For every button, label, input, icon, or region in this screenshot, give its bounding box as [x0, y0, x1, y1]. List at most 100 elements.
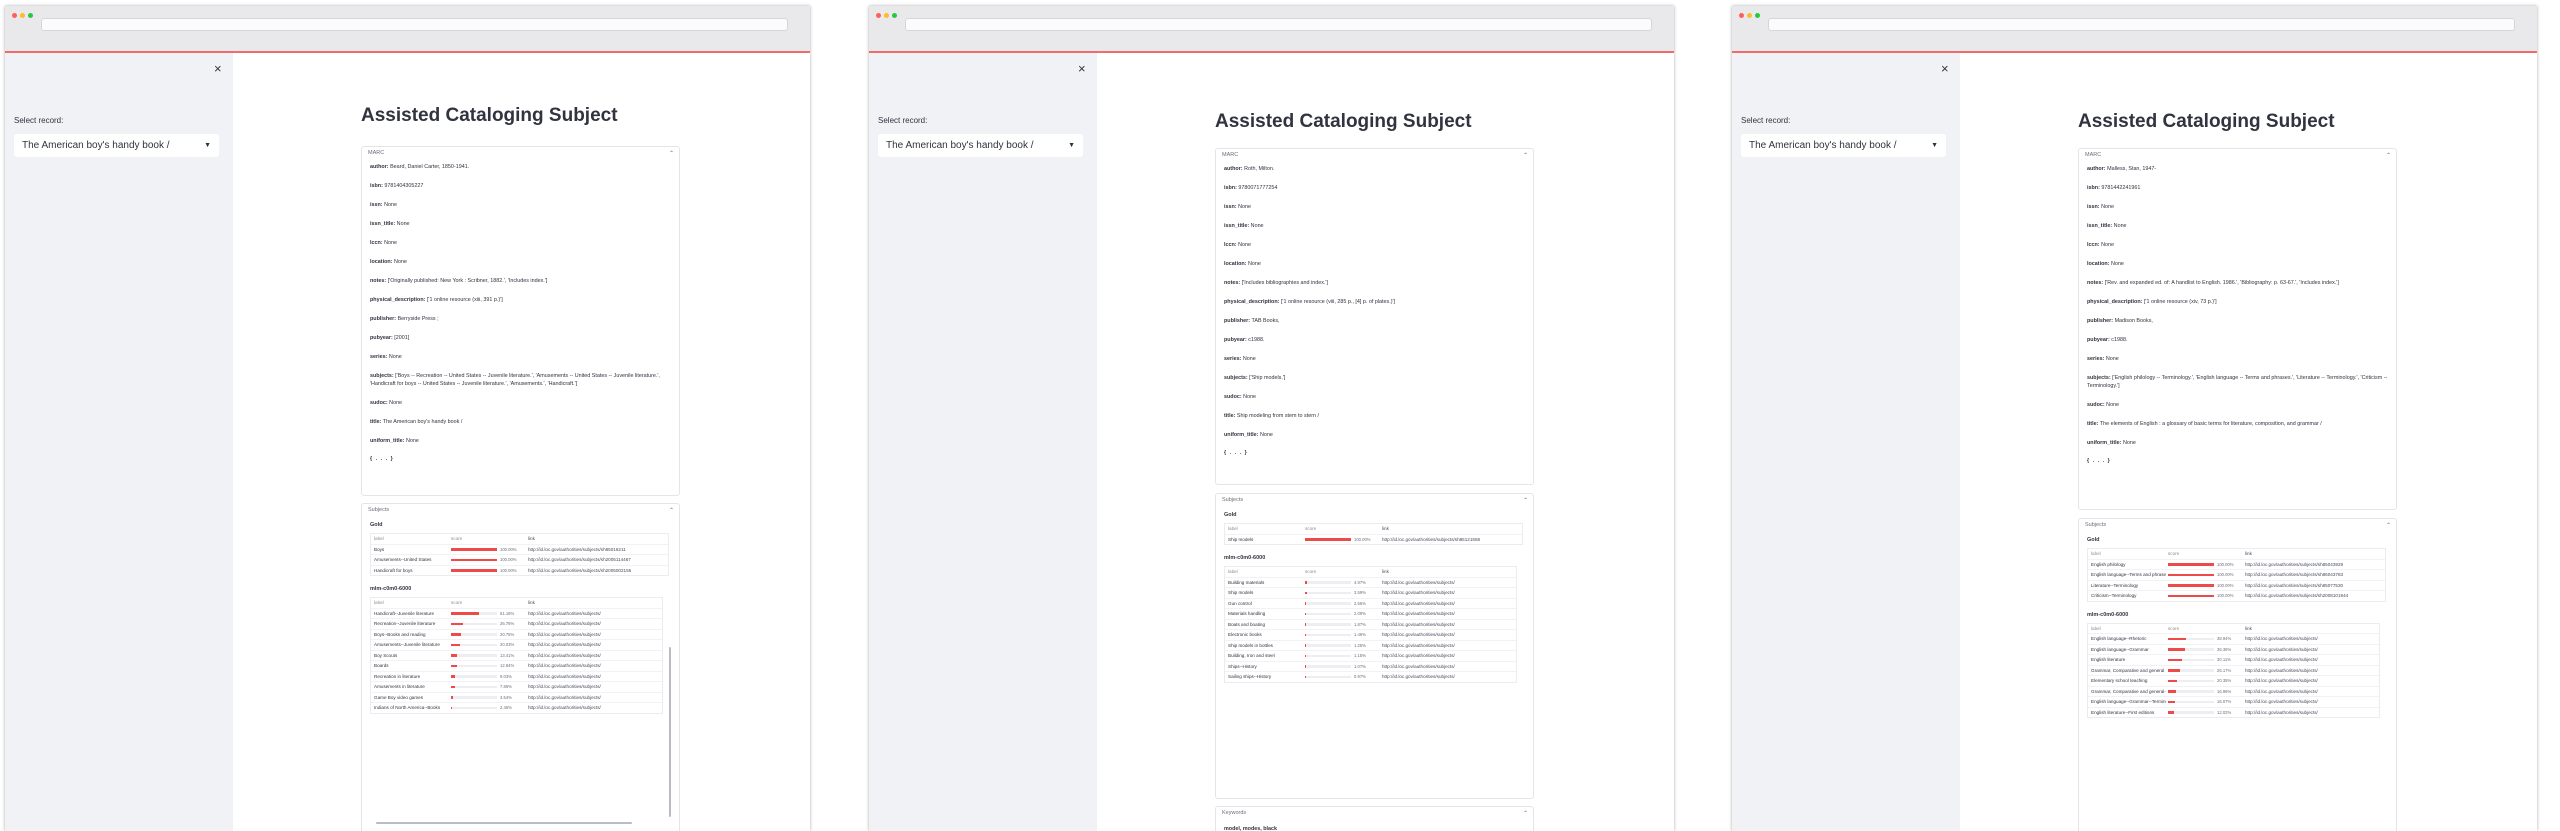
subject-link[interactable]: http://id.loc.gov/authorities/subjects/s… [2242, 593, 2385, 598]
subject-link[interactable]: http://id.loc.gov/authorities/subjects/ [525, 653, 662, 658]
score-bar [451, 623, 497, 626]
marc-expander-header[interactable]: MARC⌃ [362, 147, 679, 159]
subject-link[interactable]: http://id.loc.gov/authorities/subjects/s… [525, 547, 668, 552]
score-bar-fill [451, 644, 460, 647]
marc-expander-header[interactable]: MARC⌃ [1216, 149, 1533, 161]
subjects-expander-header[interactable]: Subjects⌃ [2079, 519, 2396, 531]
score-cell: 1.87% [1303, 622, 1379, 627]
subject-link[interactable]: http://id.loc.gov/authorities/subjects/ [525, 663, 662, 668]
marc-field-value: None [1251, 223, 1264, 229]
marc-expander-header[interactable]: MARC⌃ [2079, 149, 2396, 161]
maximize-window-dot[interactable] [28, 13, 33, 18]
subject-link[interactable]: http://id.loc.gov/authorities/subjects/s… [2242, 572, 2385, 577]
record-select[interactable]: The American boy's handy book /▼ [14, 134, 219, 157]
record-select[interactable]: The American boy's handy book /▼ [878, 134, 1083, 157]
score-percent: 2.46% [500, 705, 512, 710]
table-row: Boys100.00%http://id.loc.gov/authorities… [371, 545, 668, 556]
subject-link[interactable]: http://id.loc.gov/authorities/subjects/ [1379, 674, 1516, 679]
subject-link[interactable]: http://id.loc.gov/authorities/subjects/ [1379, 622, 1516, 627]
subject-link[interactable]: http://id.loc.gov/authorities/subjects/ [525, 695, 662, 700]
close-window-dot[interactable] [876, 13, 881, 18]
subject-link[interactable]: http://id.loc.gov/authorities/subjects/ [525, 705, 662, 710]
score-cell: 1.46% [1303, 632, 1379, 637]
subject-link[interactable]: http://id.loc.gov/authorities/subjects/ [2242, 668, 2379, 673]
subject-link[interactable]: http://id.loc.gov/authorities/subjects/ [1379, 601, 1516, 606]
json-collapsed-toggle[interactable]: { . . . } [2087, 458, 2388, 464]
marc-field-name: subjects: [1224, 375, 1248, 381]
marc-field-value: ['Ship models.'] [1249, 375, 1285, 381]
subject-link[interactable]: http://id.loc.gov/authorities/subjects/s… [525, 557, 668, 562]
close-sidebar-icon[interactable]: × [214, 61, 222, 76]
json-collapsed-toggle[interactable]: { . . . } [1224, 450, 1525, 456]
maximize-window-dot[interactable] [1755, 13, 1760, 18]
subject-link[interactable]: http://id.loc.gov/authorities/subjects/s… [1379, 537, 1522, 542]
marc-field-name: title: [370, 419, 381, 425]
marc-field-subjects: subjects: ['English philology -- Termino… [2087, 374, 2388, 390]
close-sidebar-icon[interactable]: × [1941, 61, 1949, 76]
marc-field-value: ['1 online resource (xiv, 73 p.)'] [2144, 299, 2217, 305]
marc-field-name: publisher: [370, 316, 396, 322]
vertical-scrollbar[interactable] [669, 647, 671, 817]
table-row: Boy Scouts13.41%http://id.loc.gov/author… [371, 651, 662, 662]
subject-link[interactable]: http://id.loc.gov/authorities/subjects/ [525, 684, 662, 689]
close-window-dot[interactable] [1739, 13, 1744, 18]
subject-link[interactable]: http://id.loc.gov/authorities/subjects/ [2242, 699, 2379, 704]
subjects-expander-header[interactable]: Subjects⌃ [1216, 494, 1533, 506]
marc-field-name: notes: [2087, 280, 2103, 286]
subject-link[interactable]: http://id.loc.gov/authorities/subjects/ [525, 621, 662, 626]
subject-label: Gun control [1225, 601, 1303, 606]
subject-link[interactable]: http://id.loc.gov/authorities/subjects/ [525, 674, 662, 679]
address-bar[interactable] [41, 18, 788, 31]
subject-link[interactable]: http://id.loc.gov/authorities/subjects/ [2242, 678, 2379, 683]
table-row: English language--Grammar36.36%http://id… [2088, 645, 2379, 656]
maximize-window-dot[interactable] [892, 13, 897, 18]
subject-link[interactable]: http://id.loc.gov/authorities/subjects/ [2242, 710, 2379, 715]
subject-label: English literature--First editions [2088, 710, 2166, 715]
subjects-expander: Subjects⌃GoldlabelscorelinkBoys100.00%ht… [361, 503, 680, 831]
address-bar[interactable] [905, 18, 1652, 31]
score-percent: 1.87% [1354, 622, 1366, 627]
marc-expander-title: MARC [2085, 152, 2101, 161]
score-bar-fill [451, 696, 453, 699]
marc-field-value: 9781404305227 [384, 183, 423, 189]
subject-link[interactable]: http://id.loc.gov/authorities/subjects/s… [2242, 562, 2385, 567]
subject-link[interactable]: http://id.loc.gov/authorities/subjects/ [525, 632, 662, 637]
subjects-expander-header[interactable]: Subjects⌃ [362, 504, 679, 516]
score-cell: 16.07% [2166, 699, 2242, 704]
subject-link[interactable]: http://id.loc.gov/authorities/subjects/ [1379, 643, 1516, 648]
subject-link[interactable]: http://id.loc.gov/authorities/subjects/ [1379, 590, 1516, 595]
subject-link[interactable]: http://id.loc.gov/authorities/subjects/ [2242, 689, 2379, 694]
minimize-window-dot[interactable] [884, 13, 889, 18]
marc-field-notes: notes: ['Originally published: New York … [370, 277, 671, 285]
close-sidebar-icon[interactable]: × [1078, 61, 1086, 76]
subject-link[interactable]: http://id.loc.gov/authorities/subjects/ [525, 611, 662, 616]
subject-link[interactable]: http://id.loc.gov/authorities/subjects/ [1379, 632, 1516, 637]
marc-field-name: author: [370, 164, 389, 170]
subject-link[interactable]: http://id.loc.gov/authorities/subjects/ [2242, 636, 2379, 641]
score-percent: 2.56% [1354, 601, 1366, 606]
table-row: Ship models100.00%http://id.loc.gov/auth… [1225, 535, 1522, 545]
close-window-dot[interactable] [12, 13, 17, 18]
subject-link[interactable]: http://id.loc.gov/authorities/subjects/ [1379, 611, 1516, 616]
minimize-window-dot[interactable] [20, 13, 25, 18]
subject-link[interactable]: http://id.loc.gov/authorities/subjects/ [1379, 580, 1516, 585]
score-percent: 7.86% [500, 684, 512, 689]
marc-field-uniform-title: uniform_title: None [1224, 431, 1525, 439]
score-bar-fill [451, 623, 463, 626]
record-select[interactable]: The American boy's handy book /▼ [1741, 134, 1946, 157]
subject-link[interactable]: http://id.loc.gov/authorities/subjects/ [1379, 664, 1516, 669]
subject-link[interactable]: http://id.loc.gov/authorities/subjects/ [1379, 653, 1516, 658]
keywords-expander-header[interactable]: Keywords⌃ [1216, 807, 1533, 819]
subject-link[interactable]: http://id.loc.gov/authorities/subjects/ [2242, 657, 2379, 662]
subject-link[interactable]: http://id.loc.gov/authorities/subjects/ [2242, 647, 2379, 652]
subject-link[interactable]: http://id.loc.gov/authorities/subjects/s… [2242, 583, 2385, 588]
marc-field-physical-description: physical_description: ['1 online resourc… [2087, 298, 2388, 306]
score-bar [451, 644, 497, 647]
horizontal-scrollbar[interactable] [376, 822, 632, 824]
subject-link[interactable]: http://id.loc.gov/authorities/subjects/ [525, 642, 662, 647]
json-collapsed-toggle[interactable]: { . . . } [370, 456, 671, 462]
minimize-window-dot[interactable] [1747, 13, 1752, 18]
subject-link[interactable]: http://id.loc.gov/authorities/subjects/s… [525, 568, 668, 573]
address-bar[interactable] [1768, 18, 2515, 31]
marc-field-name: sudoc: [2087, 402, 2105, 408]
